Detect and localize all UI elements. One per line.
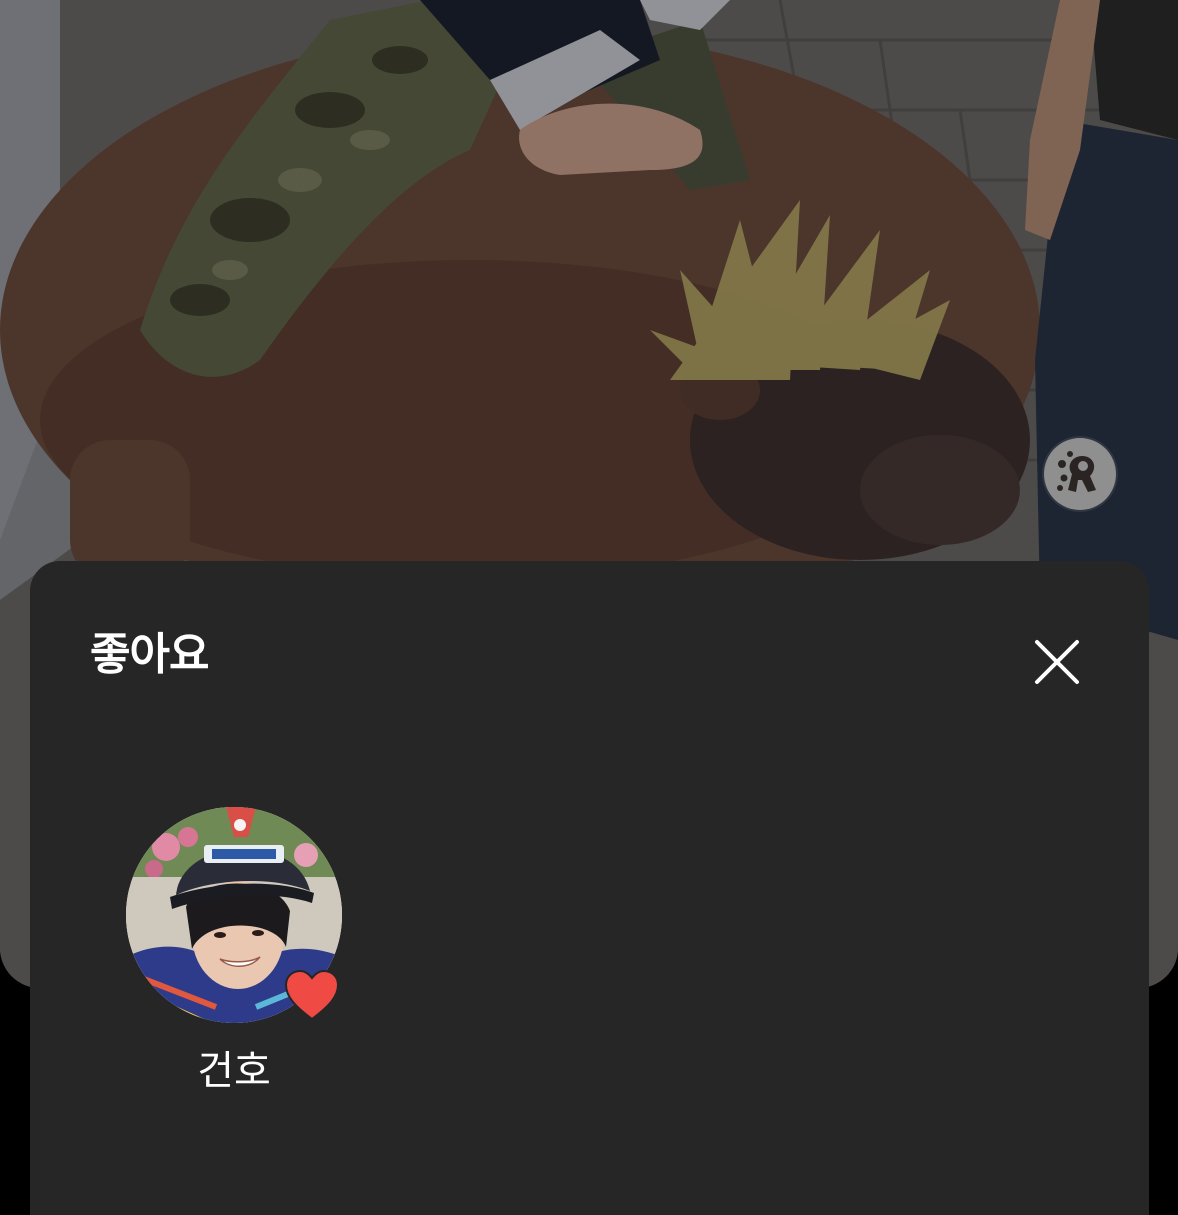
likes-sheet: 좋아요 건호 bbox=[30, 561, 1149, 1215]
close-button[interactable] bbox=[1026, 631, 1088, 693]
heart-icon bbox=[284, 967, 340, 1023]
sticker-icon[interactable] bbox=[1044, 438, 1116, 510]
heart-glyph bbox=[284, 969, 340, 1021]
liker-name: 건호 bbox=[197, 1048, 271, 1094]
likes-sheet-title: 좋아요 bbox=[90, 629, 209, 680]
liker-item[interactable]: 건호 bbox=[126, 807, 344, 1093]
story-viewer: 좋아요 건호 bbox=[0, 0, 1178, 1215]
close-icon bbox=[1035, 640, 1079, 684]
sticker-glyph bbox=[1057, 451, 1096, 492]
